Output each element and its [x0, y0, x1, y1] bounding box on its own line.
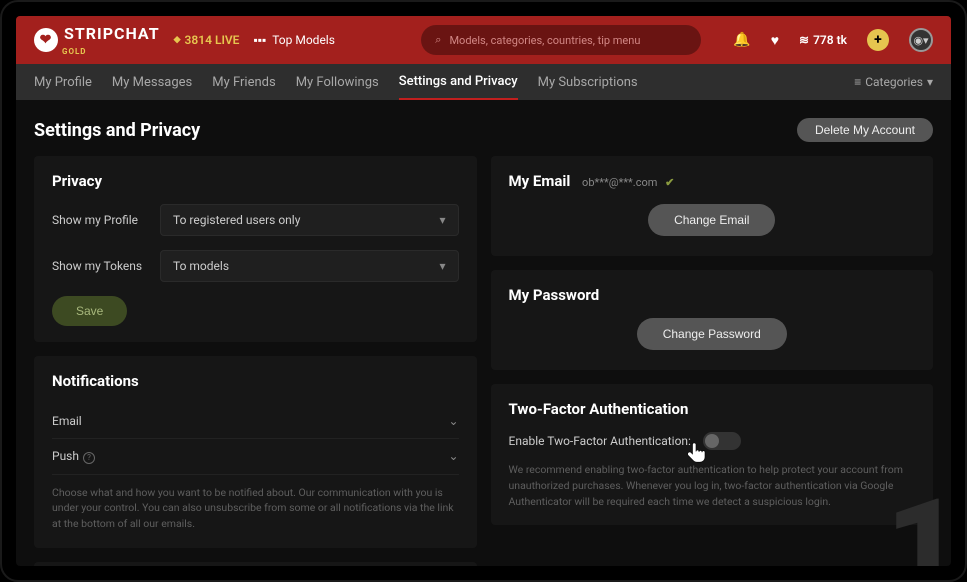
panel-title-privacy: Privacy: [52, 172, 459, 190]
email-masked: ob***@***.com: [582, 176, 657, 189]
coins-icon: ≋: [799, 33, 809, 47]
autorefill-panel: Auto-Refill Your account will refill aut…: [34, 562, 477, 566]
tab-my-followings[interactable]: My Followings: [296, 64, 379, 100]
tab-my-profile[interactable]: My Profile: [34, 64, 92, 100]
top-header: ❤ STRIPCHAT GOLD 3814 LIVE ▪▪▪ Top Model…: [16, 16, 951, 64]
info-icon: ?: [83, 452, 95, 464]
chevron-down-icon: ▾: [439, 213, 445, 227]
search-icon: ⌕: [435, 33, 441, 47]
delete-account-button[interactable]: Delete My Account: [797, 118, 933, 142]
tfa-help: We recommend enabling two-factor authent…: [509, 462, 916, 509]
live-count[interactable]: 3814 LIVE: [174, 33, 240, 47]
save-button[interactable]: Save: [52, 296, 127, 326]
panel-title-password: My Password: [509, 286, 916, 304]
tab-my-friends[interactable]: My Friends: [212, 64, 275, 100]
tokens-visibility-select[interactable]: To models ▾: [160, 250, 459, 282]
logo[interactable]: ❤ STRIPCHAT GOLD: [34, 24, 160, 56]
top-models-link[interactable]: ▪▪▪ Top Models: [253, 33, 334, 47]
panel-title-email: My Email ob***@***.com ✔: [509, 172, 916, 190]
tfa-toggle[interactable]: [703, 432, 741, 450]
avatar-menu[interactable]: ◉▾: [909, 28, 933, 52]
chevron-down-icon: ⌄: [448, 449, 458, 463]
toggle-knob: [705, 434, 719, 448]
chevron-down-icon: ⌄: [448, 414, 458, 428]
profile-visibility-label: Show my Profile: [52, 213, 160, 227]
tokens-visibility-label: Show my Tokens: [52, 259, 160, 273]
tfa-toggle-label: Enable Two-Factor Authentication:: [509, 434, 691, 448]
hamburger-icon: ≡: [854, 75, 861, 89]
bell-icon[interactable]: 🔔: [733, 32, 750, 48]
logo-bubble-icon: ❤: [34, 28, 58, 52]
page-title: Settings and Privacy: [34, 120, 200, 141]
change-password-button[interactable]: Change Password: [637, 318, 787, 350]
profile-visibility-select[interactable]: To registered users only ▾: [160, 204, 459, 236]
verified-icon: ✔: [665, 176, 674, 189]
categories-button[interactable]: ≡ Categories ▾: [854, 75, 933, 89]
nav-tabs: My Profile My Messages My Friends My Fol…: [16, 64, 951, 100]
tab-my-subscriptions[interactable]: My Subscriptions: [538, 64, 638, 100]
token-balance[interactable]: ≋ 778 tk: [799, 33, 847, 47]
search-input[interactable]: ⌕ Models, categories, countries, tip men…: [421, 25, 701, 55]
notifications-panel: Notifications Email ⌄ Push? ⌄ Choose wha…: [34, 356, 477, 548]
heart-icon[interactable]: ♥: [771, 32, 779, 49]
panel-title-notifications: Notifications: [52, 372, 459, 390]
add-tokens-button[interactable]: +: [867, 29, 889, 51]
graph-icon: ▪▪▪: [253, 33, 266, 47]
brand-text: STRIPCHAT: [64, 24, 160, 43]
notifications-help: Choose what and how you want to be notif…: [52, 485, 459, 532]
brand-sub: GOLD: [62, 47, 160, 56]
panel-title-tfa: Two-Factor Authentication: [509, 400, 916, 418]
change-email-button[interactable]: Change Email: [648, 204, 775, 236]
privacy-panel: Privacy Show my Profile To registered us…: [34, 156, 477, 342]
tab-my-messages[interactable]: My Messages: [112, 64, 192, 100]
notifications-email-row[interactable]: Email ⌄: [52, 404, 459, 439]
tfa-panel: Two-Factor Authentication Enable Two-Fac…: [491, 384, 934, 525]
tab-settings-privacy[interactable]: Settings and Privacy: [399, 64, 518, 100]
chevron-down-icon: ▾: [927, 75, 933, 89]
chevron-down-icon: ▾: [439, 259, 445, 273]
email-panel: My Email ob***@***.com ✔ Change Email: [491, 156, 934, 256]
password-panel: My Password Change Password: [491, 270, 934, 370]
notifications-push-row[interactable]: Push? ⌄: [52, 439, 459, 475]
